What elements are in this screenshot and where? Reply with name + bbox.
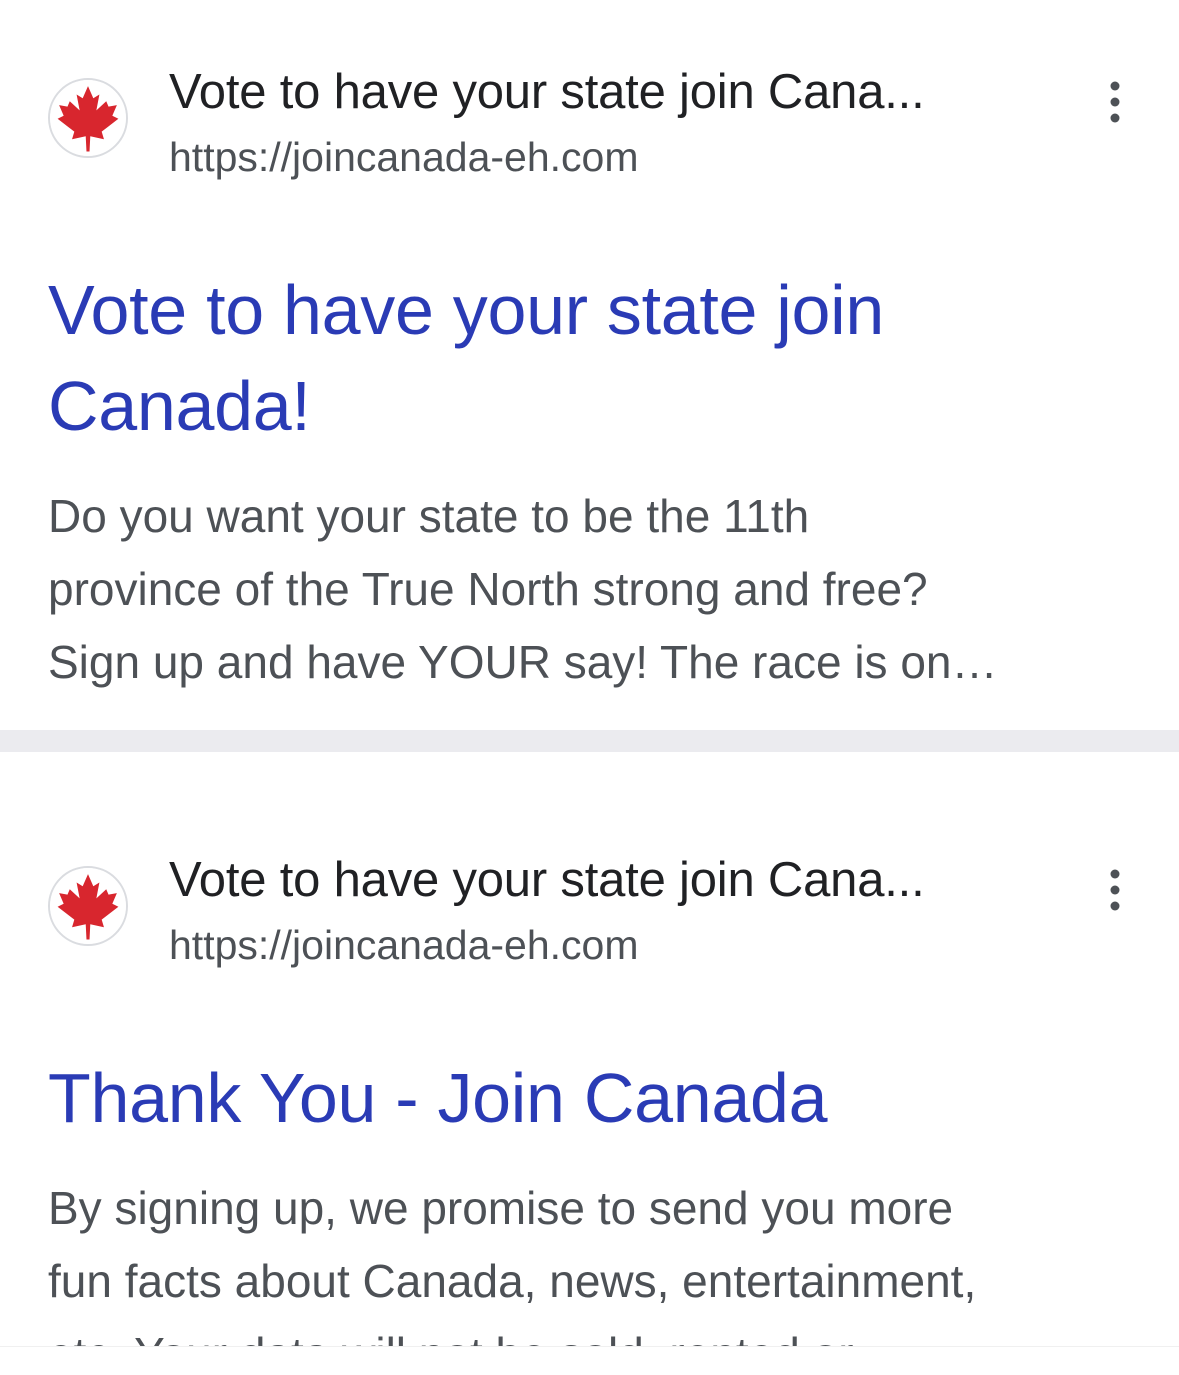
site-name: Vote to have your state join Cana... <box>169 65 925 119</box>
result-divider <box>0 730 1179 752</box>
site-url: https://joincanada-eh.com <box>169 134 639 180</box>
result-source[interactable]: Vote to have your state join Cana... htt… <box>48 60 1138 180</box>
snippet-line: Do you want your state to be the 11th <box>48 490 810 542</box>
result-title-link[interactable]: Thank You - Join Canada <box>48 1050 1148 1146</box>
search-result: Vote to have your state join Cana... htt… <box>0 0 1179 730</box>
site-name: Vote to have your state join Cana... <box>169 853 925 907</box>
more-vert-icon[interactable] <box>1100 80 1130 124</box>
snippet-line: Sign up and have YOUR say! The race is o… <box>48 636 998 688</box>
canada-maple-leaf-icon <box>48 866 128 946</box>
snippet-line: fun facts about Canada, news, entertainm… <box>48 1255 977 1307</box>
more-vert-icon[interactable] <box>1100 868 1130 912</box>
result-snippet: Do you want your state to be the 11th pr… <box>48 480 1138 699</box>
result-source[interactable]: Vote to have your state join Cana... htt… <box>48 848 1138 968</box>
result-title-link[interactable]: Vote to have your state join Canada! <box>48 262 1148 454</box>
result-title-line: Vote to have your state join <box>48 271 885 349</box>
result-snippet: By signing up, we promise to send you mo… <box>48 1172 1138 1374</box>
snippet-line: province of the True North strong and fr… <box>48 563 928 615</box>
bottom-edge <box>0 1346 1179 1375</box>
snippet-line: By signing up, we promise to send you mo… <box>48 1182 954 1234</box>
canada-maple-leaf-icon <box>48 78 128 158</box>
search-result: Vote to have your state join Cana... htt… <box>0 752 1179 1374</box>
result-title-line: Thank You - Join Canada <box>48 1059 828 1137</box>
site-url: https://joincanada-eh.com <box>169 922 639 968</box>
result-title-line: Canada! <box>48 367 311 445</box>
